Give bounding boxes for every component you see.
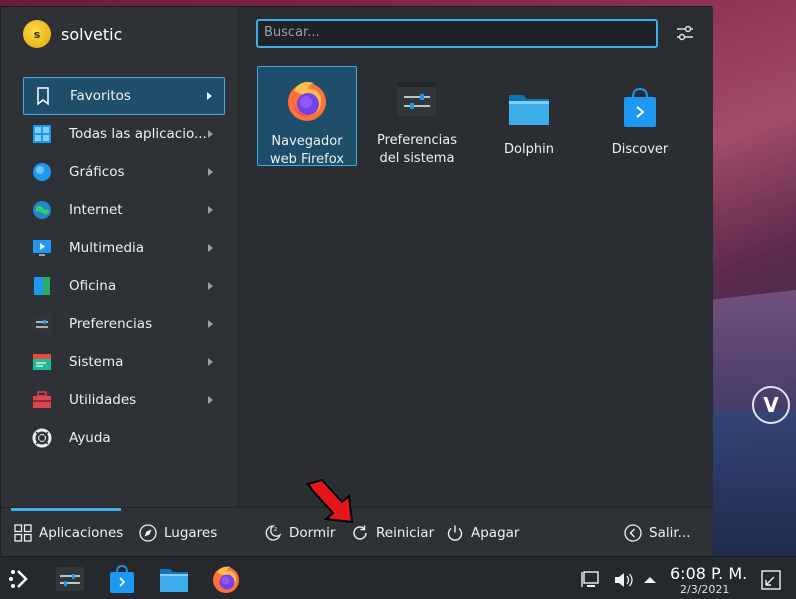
category-utilidades[interactable]: Utilidades [23,381,225,419]
restart-button[interactable]: Reiniciar [351,522,434,544]
favorite-discover[interactable]: Discover [590,66,690,166]
watermark-logo: V [752,386,790,424]
favorite-label: Navegador web Firefox [269,134,345,167]
chevron-right-icon [208,244,213,252]
chevron-right-icon [208,320,213,328]
category-label: Preferencias [69,316,153,332]
lifebuoy-icon [32,428,52,448]
category-preferencias[interactable]: Preferencias [23,305,225,343]
grid-icon [33,125,51,143]
button-label: Apagar [471,525,520,541]
system-settings-icon [398,82,436,116]
compass-icon [139,524,157,542]
category-oficina[interactable]: Oficina [23,267,225,305]
category-label: Utilidades [69,392,137,408]
favorite-label: Dolphin [504,142,554,157]
button-label: Salir... [649,525,691,541]
bookmark-icon [37,87,49,106]
app-launcher-icon[interactable] [6,563,38,595]
active-tab-indicator [11,508,121,511]
globe-icon [33,201,51,219]
category-todas[interactable]: Todas las aplicacio... [23,115,225,153]
logout-button[interactable]: Salir... [624,522,691,544]
store-bag-icon [624,87,656,127]
avatar[interactable]: s [23,20,51,48]
annotation-arrow-icon [306,478,354,524]
chevron-right-icon [208,130,213,138]
category-label: Sistema [69,354,124,370]
search-input[interactable]: Buscar... [256,19,658,48]
multimedia-icon [33,240,51,256]
category-label: Gráficos [69,164,125,180]
category-label: Todas las aplicacio... [69,126,207,142]
category-label: Internet [69,202,123,218]
category-multimedia[interactable]: Multimedia [23,229,225,267]
chevron-right-icon [207,92,212,100]
grid-icon [14,524,32,542]
tab-aplicaciones[interactable]: Aplicaciones [14,522,123,544]
category-label: Oficina [69,278,117,294]
back-arrow-icon [624,524,642,542]
sliders-icon [677,25,693,41]
wallpaper-shape [712,410,796,560]
chevron-right-icon [208,396,213,404]
category-internet[interactable]: Internet [23,191,225,229]
application-launcher: s solvetic Buscar... Favoritos Todas las… [0,6,713,556]
tab-lugares[interactable]: Lugares [139,522,217,544]
network-icon[interactable] [580,568,604,592]
category-list: Favoritos Todas las aplicacio... Gráfico… [23,77,225,457]
power-icon [447,525,463,541]
firefox-icon[interactable] [210,563,242,595]
favorite-label: Discover [611,142,669,157]
store-bag-icon[interactable] [106,563,138,595]
category-ayuda[interactable]: Ayuda [23,419,225,457]
office-icon [34,277,50,295]
chevron-right-icon [208,168,213,176]
chevron-right-icon [208,206,213,214]
folder-icon [509,95,549,125]
sleep-icon: z [265,525,282,541]
folder-icon[interactable] [158,563,190,595]
username: solvetic [61,24,123,44]
favorite-dolphin[interactable]: Dolphin [479,66,579,166]
favorite-firefox[interactable]: Navegador web Firefox [257,66,357,167]
category-label: Ayuda [69,430,111,446]
tab-label: Lugares [164,525,218,541]
configure-button[interactable] [673,21,697,45]
button-label: Reiniciar [376,525,435,541]
graphics-icon [33,163,51,181]
tab-label: Aplicaciones [39,525,124,541]
chevron-up-icon[interactable] [642,572,658,588]
chevron-right-icon [208,358,213,366]
sliders-icon [33,316,51,332]
chevron-right-icon [208,282,213,290]
svg-text:z: z [274,526,277,533]
system-icon [33,354,51,370]
clock-time[interactable]: 6:08 P. M. [670,564,747,583]
system-settings-icon[interactable] [54,563,86,595]
category-favoritos[interactable]: Favoritos [23,77,225,115]
toolbox-icon [33,391,51,408]
category-label: Multimedia [69,240,145,256]
category-label: Favoritos [70,88,131,104]
category-graficos[interactable]: Gráficos [23,153,225,191]
shutdown-button[interactable]: Apagar [446,522,519,544]
show-desktop-icon[interactable] [760,569,782,591]
category-sistema[interactable]: Sistema [23,343,225,381]
user-info[interactable]: s solvetic [23,19,122,49]
favorite-system-settings[interactable]: Preferencias del sistema [367,66,467,166]
volume-icon[interactable] [612,568,636,592]
favorite-label: Preferencias del sistema [376,133,458,166]
clock-date[interactable]: 2/3/2021 [680,583,729,596]
firefox-icon [288,82,326,121]
